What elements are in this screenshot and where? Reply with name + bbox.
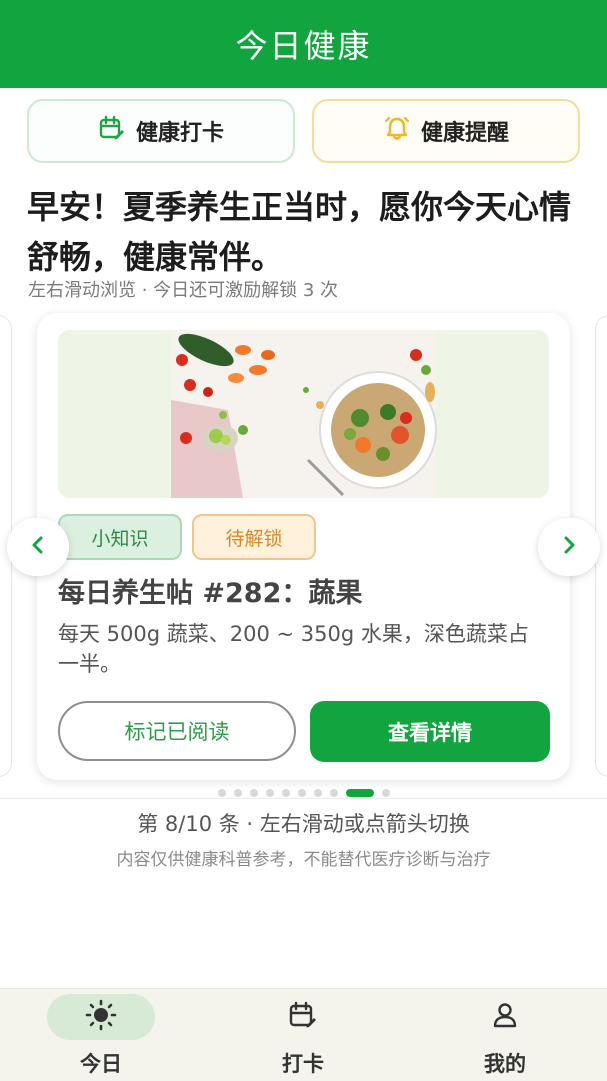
app-title: 今日健康 — [235, 27, 372, 65]
nav-item-mine[interactable]: 我的 — [404, 989, 606, 1081]
view-detail-button[interactable]: 查看详情 — [310, 701, 550, 762]
app-header: 今日健康 — [0, 0, 607, 88]
page-dot[interactable] — [381, 789, 390, 797]
bell-icon — [383, 114, 411, 148]
health-checkin-label: 健康打卡 — [135, 121, 224, 146]
page-dot[interactable] — [217, 789, 226, 797]
calendar-edit-icon — [98, 114, 126, 148]
calendar-edit-icon — [287, 999, 319, 1035]
tip-card[interactable]: 小知识 待解锁 每日养生帖 #282：蔬果 每天 500g 蔬菜、200 ~ 3… — [37, 313, 570, 780]
next-arrow-button[interactable] — [538, 518, 600, 576]
swipe-hint: 左右滑动浏览 · 今日还可激励解锁 3 次 — [28, 280, 339, 301]
page-dot[interactable] — [313, 789, 322, 797]
nav-item-today[interactable]: 今日 — [0, 989, 202, 1081]
medical-disclaimer: 内容仅供健康科普参考，不能替代医疗诊断与治疗 — [116, 850, 491, 870]
tip-tag: 小知识 — [58, 514, 182, 560]
chevron-right-icon — [559, 535, 579, 559]
greeting-text: 早安！夏季养生正当时，愿你今天心情舒畅，健康常伴。 — [27, 188, 572, 276]
bottom-nav: 今日 打卡 我的 — [0, 988, 607, 1081]
page-dot[interactable] — [233, 789, 242, 797]
user-icon — [489, 999, 521, 1035]
page-counter: 第 8/10 条 · 左右滑动或点箭头切换 — [137, 812, 470, 836]
previous-arrow-button[interactable] — [7, 518, 69, 576]
page-dot[interactable] — [249, 789, 258, 797]
vegetable-bowl-photo — [58, 330, 549, 498]
health-remind-label: 健康提醒 — [420, 121, 509, 146]
page-dot[interactable] — [345, 789, 374, 797]
divider — [0, 798, 607, 799]
nav-label-checkin: 打卡 — [282, 1052, 324, 1076]
nav-label-today: 今日 — [80, 1052, 122, 1076]
page-dot[interactable] — [281, 789, 290, 797]
tip-title: 每日养生帖 #282：蔬果 — [58, 578, 363, 609]
health-remind-button[interactable]: 健康提醒 — [312, 99, 580, 163]
page-dot[interactable] — [265, 789, 274, 797]
mark-read-button[interactable]: 标记已阅读 — [58, 701, 296, 761]
page-dot[interactable] — [297, 789, 306, 797]
health-checkin-button[interactable]: 健康打卡 — [27, 99, 295, 163]
locked-tag: 待解锁 — [192, 514, 316, 560]
page-dot[interactable] — [329, 789, 338, 797]
tip-body: 每天 500g 蔬菜、200 ~ 350g 水果，深色蔬菜占一半。 — [58, 622, 529, 676]
nav-label-mine: 我的 — [484, 1052, 526, 1076]
nav-item-checkin[interactable]: 打卡 — [202, 989, 404, 1081]
chevron-left-icon — [28, 535, 48, 559]
sun-icon — [85, 999, 117, 1035]
